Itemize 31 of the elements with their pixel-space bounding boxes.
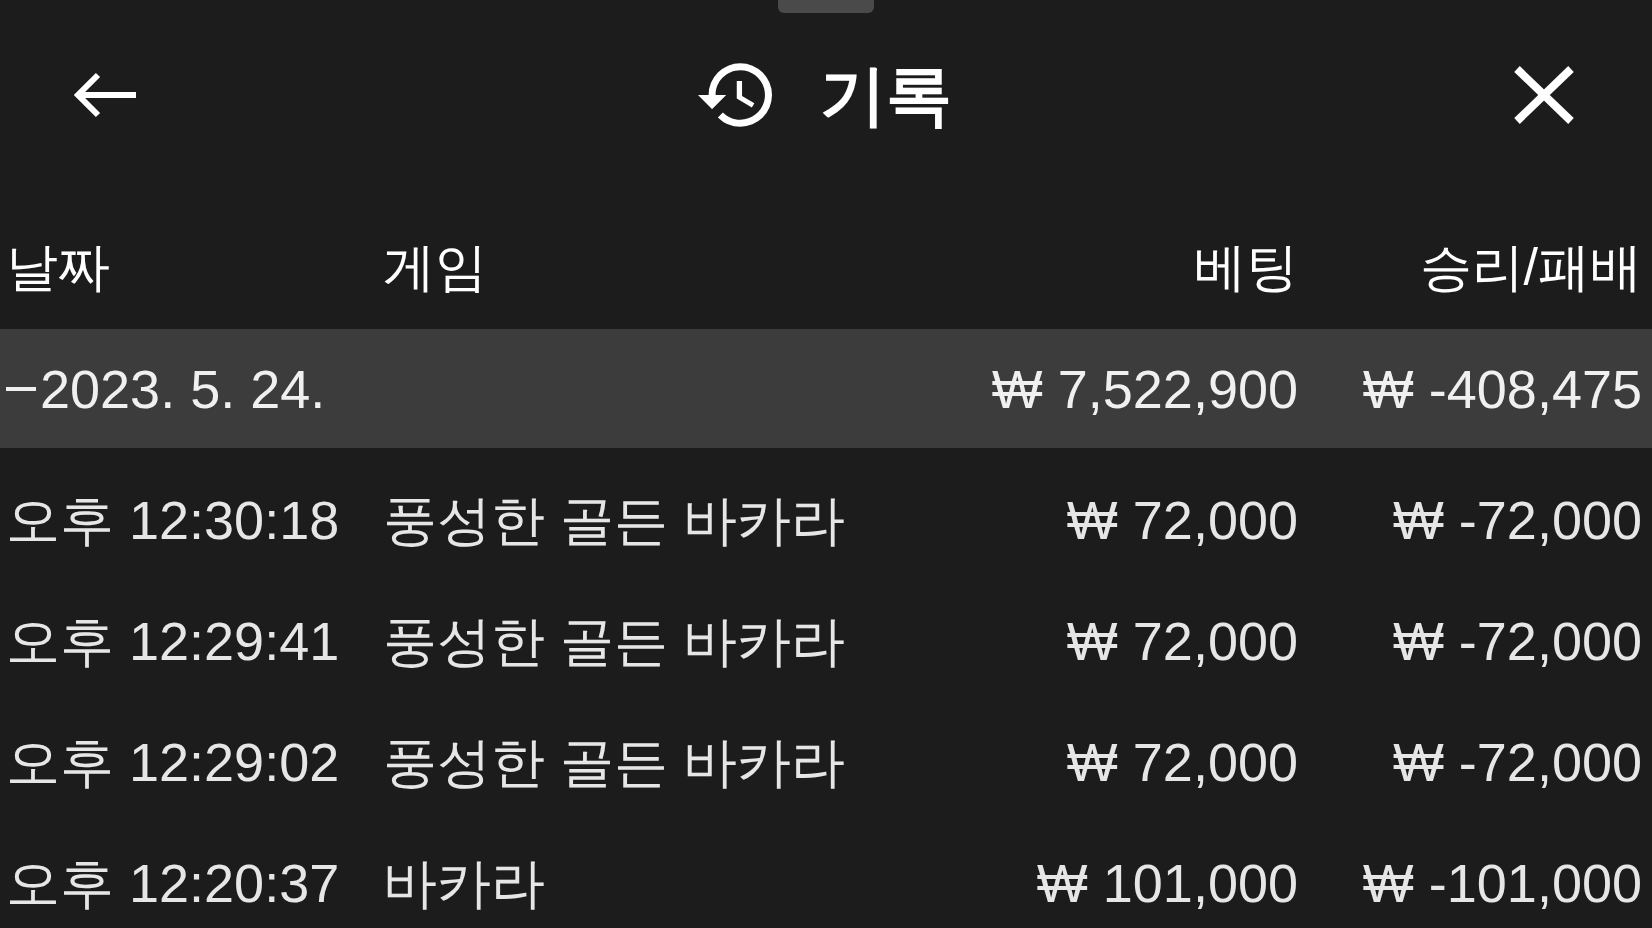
column-header: 승리/패배 (1419, 237, 1642, 297)
close-button[interactable] (1512, 64, 1576, 126)
history-icon (698, 62, 772, 128)
column-header: 날짜 (6, 237, 111, 297)
table-cell: ₩ -72,000 (1392, 731, 1642, 792)
back-button[interactable] (72, 71, 138, 119)
group-date: 2023. 5. 24. (40, 358, 326, 419)
table-cell: ₩ -101,000 (1362, 852, 1642, 913)
window-title: 기록 (820, 57, 952, 133)
table-cell-text: 바카라 (383, 852, 546, 913)
table-cell-text: 오후 12:29:02 (6, 731, 341, 792)
table-cell-text: 풍성한 골든 바카라 (383, 489, 846, 550)
table-cell-text: 풍성한 골든 바카라 (383, 731, 846, 792)
group-total: ₩ -408,475 (1362, 358, 1642, 419)
table-cell-text: 오후 12:20:37 (6, 852, 341, 913)
table-cell: ₩ -72,000 (1392, 610, 1642, 671)
back-arrow-icon (72, 72, 138, 118)
table-cell: ₩ 101,000 (1036, 852, 1298, 913)
table-cell-text: 오후 12:30:18 (6, 489, 341, 550)
column-header: 게임 (383, 237, 488, 297)
table-cell: ₩ 72,000 (1066, 610, 1298, 671)
table-cell-text: 풍성한 골든 바카라 (383, 610, 846, 671)
table-cell: ₩ -72,000 (1392, 489, 1642, 550)
table-cell: ₩ 72,000 (1066, 731, 1298, 792)
group-total: ₩ 7,522,900 (991, 358, 1298, 419)
group-row[interactable]: 2023. 5. 24. ₩ 7,522,900 ₩ -408,475 (0, 329, 1652, 448)
table-cell-text: 오후 12:29:41 (6, 610, 341, 671)
drag-handle[interactable] (778, 0, 874, 13)
close-icon (1513, 65, 1575, 125)
column-header: 베팅 (1194, 237, 1298, 297)
table-cell: ₩ 72,000 (1066, 489, 1298, 550)
